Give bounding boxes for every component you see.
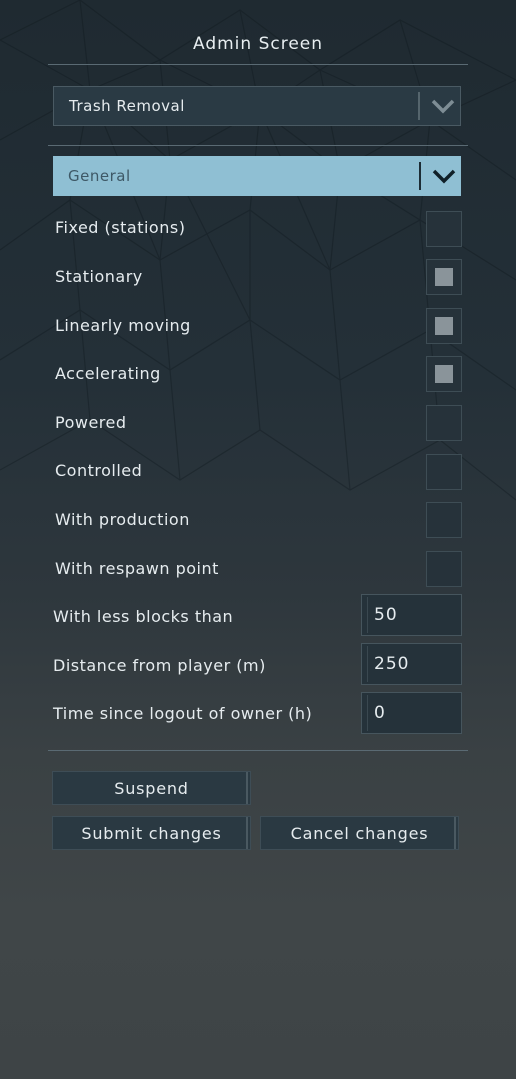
less-blocks-input[interactable]: 50	[361, 594, 462, 636]
with-production-checkbox[interactable]	[426, 502, 462, 538]
category-dropdown[interactable]: General	[53, 156, 461, 196]
distance-input[interactable]: 250	[361, 643, 462, 685]
controlled-label: Controlled	[55, 461, 143, 480]
logout-time-label: Time since logout of owner (h)	[53, 704, 313, 723]
stationary-checkbox[interactable]	[426, 259, 462, 295]
fixed-stations-label: Fixed (stations)	[55, 218, 186, 237]
divider	[48, 64, 468, 65]
powered-label: Powered	[55, 413, 127, 432]
chevron-down-icon[interactable]	[426, 86, 460, 126]
divider	[48, 145, 468, 146]
mode-dropdown-value: Trash Removal	[69, 97, 185, 115]
stationary-label: Stationary	[55, 267, 143, 286]
controlled-checkbox[interactable]	[426, 454, 462, 490]
dropdown-separator	[419, 162, 421, 190]
linearly-moving-label: Linearly moving	[55, 316, 191, 335]
category-dropdown-value: General	[68, 167, 131, 185]
accelerating-checkbox[interactable]	[426, 356, 462, 392]
with-production-label: With production	[55, 510, 190, 529]
linearly-moving-checkbox[interactable]	[426, 308, 462, 344]
with-respawn-point-label: With respawn point	[55, 559, 219, 578]
suspend-button[interactable]: Suspend	[52, 771, 251, 805]
dropdown-separator	[418, 92, 420, 120]
accelerating-label: Accelerating	[55, 364, 161, 383]
divider	[48, 750, 468, 751]
logout-time-input[interactable]: 0	[361, 692, 462, 734]
powered-checkbox[interactable]	[426, 405, 462, 441]
mode-dropdown[interactable]: Trash Removal	[53, 86, 461, 126]
chevron-down-icon[interactable]	[427, 156, 461, 196]
fixed-stations-checkbox[interactable]	[426, 211, 462, 247]
distance-label: Distance from player (m)	[53, 656, 266, 675]
page-title: Admin Screen	[192, 34, 324, 54]
submit-changes-button[interactable]: Submit changes	[52, 816, 251, 850]
less-blocks-label: With less blocks than	[53, 607, 234, 626]
cancel-changes-button[interactable]: Cancel changes	[260, 816, 459, 850]
with-respawn-point-checkbox[interactable]	[426, 551, 462, 587]
